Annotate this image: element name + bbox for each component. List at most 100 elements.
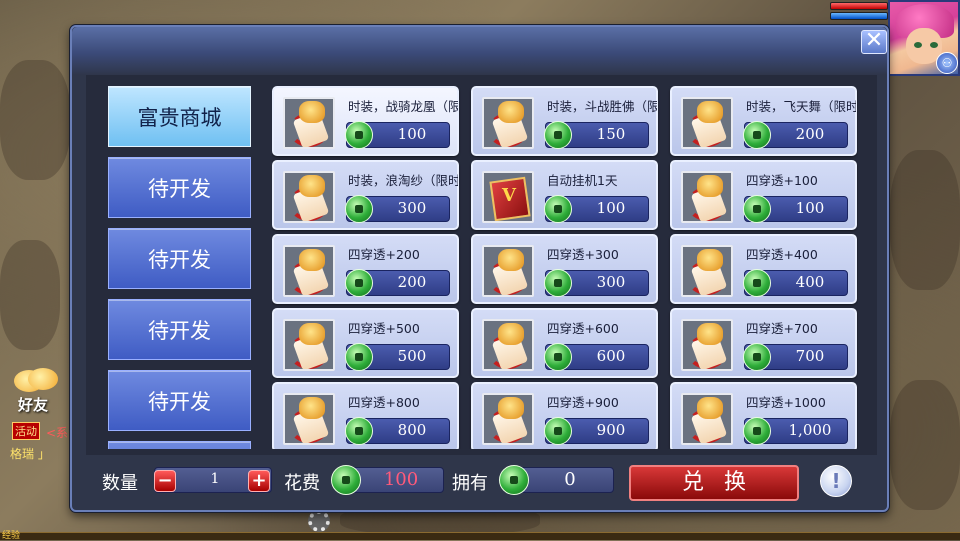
jade-coin-icon	[345, 121, 373, 149]
close-button[interactable]: ✕	[861, 30, 887, 54]
chat-message: <系	[46, 426, 69, 440]
scroll-icon	[482, 393, 534, 445]
shop-item-card[interactable]: 四穿透+200 200	[272, 234, 459, 304]
gold-shape	[299, 249, 325, 271]
jade-coin-icon	[345, 195, 373, 223]
shop-item-card[interactable]: 时装，飞天舞（限时 200	[670, 86, 857, 156]
minus-button[interactable]: −	[154, 470, 176, 492]
price-bar: 100	[345, 121, 450, 149]
jade-coin-icon	[743, 343, 771, 371]
tab-pending[interactable]: 待开发	[108, 370, 251, 431]
quantity-value[interactable]: 1	[185, 471, 245, 487]
tab-label: 待开发	[148, 247, 211, 272]
scroll-icon	[283, 319, 335, 371]
shop-item-card[interactable]: V 自动挂机1天 100	[471, 160, 658, 230]
item-name: 四穿透+600	[547, 321, 619, 336]
tab-label: 待开发	[148, 318, 211, 343]
price-bar: 100	[544, 195, 649, 223]
jade-coin-icon	[743, 195, 771, 223]
gold-shape	[697, 175, 723, 197]
gold-shape	[697, 101, 723, 123]
shop-item-card[interactable]: 时装，浪淘纱（限时 300	[272, 160, 459, 230]
shop-item-card[interactable]: 时装，战骑龙凰（限 100	[272, 86, 459, 156]
item-name: 四穿透+500	[348, 321, 420, 336]
shop-item-card[interactable]: 四穿透+1000 1,000	[670, 382, 857, 449]
item-price: 600	[596, 347, 626, 365]
item-price: 100	[397, 125, 427, 143]
cost-label: 花费	[284, 473, 320, 494]
background-rock	[890, 380, 960, 510]
price-bar: 500	[345, 343, 450, 371]
gold-shape	[299, 175, 325, 197]
price-bar: 200	[345, 269, 450, 297]
jade-coin-icon	[544, 417, 572, 445]
gold-shape	[697, 249, 723, 271]
shop-item-card[interactable]: 时装，斗战胜佛（限 150	[471, 86, 658, 156]
shop-item-card[interactable]: 四穿透+800 800	[272, 382, 459, 449]
jade-coin-icon	[544, 121, 572, 149]
tab-label: 待开发	[148, 176, 211, 201]
gold-shape	[299, 323, 325, 345]
tab-partial[interactable]	[108, 441, 251, 449]
price-bar: 800	[345, 417, 450, 445]
item-name: 四穿透+800	[348, 395, 420, 410]
item-price: 100	[795, 199, 825, 217]
gold-shape	[498, 323, 524, 345]
jade-coin-icon	[544, 343, 572, 371]
item-price: 200	[397, 273, 427, 291]
exchange-button[interactable]: 兑换	[629, 465, 799, 501]
tab-pending[interactable]: 待开发	[108, 157, 251, 218]
gold-shape	[498, 249, 524, 271]
plus-button[interactable]: +	[248, 470, 270, 492]
exp-label: 经验	[2, 531, 21, 541]
gold-shape	[697, 397, 723, 419]
buff-orb-icon[interactable]: ⚇	[936, 52, 958, 74]
jade-coin-icon	[345, 269, 373, 297]
tab-label: 待开发	[148, 389, 211, 414]
item-price: 800	[397, 421, 427, 439]
jade-coin-icon	[544, 195, 572, 223]
shop-item-card[interactable]: 四穿透+100 100	[670, 160, 857, 230]
price-bar: 400	[743, 269, 848, 297]
scroll-icon	[482, 245, 534, 297]
gear-icon[interactable]	[308, 510, 330, 532]
shop-item-card[interactable]: 四穿透+500 500	[272, 308, 459, 378]
shop-item-card[interactable]: 四穿透+900 900	[471, 382, 658, 449]
shop-item-card[interactable]: 四穿透+700 700	[670, 308, 857, 378]
tab-pending[interactable]: 待开发	[108, 299, 251, 360]
tab-pending[interactable]: 待开发	[108, 228, 251, 289]
item-price: 100	[596, 199, 626, 217]
friend-label[interactable]: 好友	[18, 394, 48, 415]
item-price: 700	[795, 347, 825, 365]
item-price: 1,000	[788, 421, 832, 439]
gold-shape	[697, 323, 723, 345]
shop-item-card[interactable]: 四穿透+600 600	[471, 308, 658, 378]
cost-field: 100	[331, 465, 444, 495]
quantity-label: 数量	[102, 473, 138, 494]
item-name: 时装，浪淘纱（限时	[348, 173, 458, 188]
handshake-icon[interactable]	[14, 364, 58, 396]
scroll-icon	[283, 245, 335, 297]
tab-label: 富贵商城	[137, 105, 222, 130]
info-icon[interactable]: !	[820, 465, 852, 497]
item-name: 时装，飞天舞（限时	[746, 99, 856, 114]
price-bar: 150	[544, 121, 649, 149]
background-rock	[0, 60, 70, 180]
shop-item-card[interactable]: 四穿透+300 300	[471, 234, 658, 304]
owned-value: 0	[564, 469, 576, 490]
portrait-eye	[914, 42, 922, 48]
player-status-bars	[830, 2, 888, 24]
scroll-icon	[681, 171, 733, 223]
cost-value: 100	[383, 469, 419, 490]
item-price: 200	[795, 125, 825, 143]
scroll-icon	[681, 393, 733, 445]
tab-shop[interactable]: 富贵商城	[108, 86, 251, 147]
item-price: 300	[596, 273, 626, 291]
owned-label: 拥有	[452, 473, 488, 494]
shop-item-card[interactable]: 四穿透+400 400	[670, 234, 857, 304]
jade-coin-icon	[743, 269, 771, 297]
item-price: 500	[397, 347, 427, 365]
chat-message: 格瑞 」	[10, 447, 50, 461]
price-bar: 900	[544, 417, 649, 445]
item-price: 300	[397, 199, 427, 217]
